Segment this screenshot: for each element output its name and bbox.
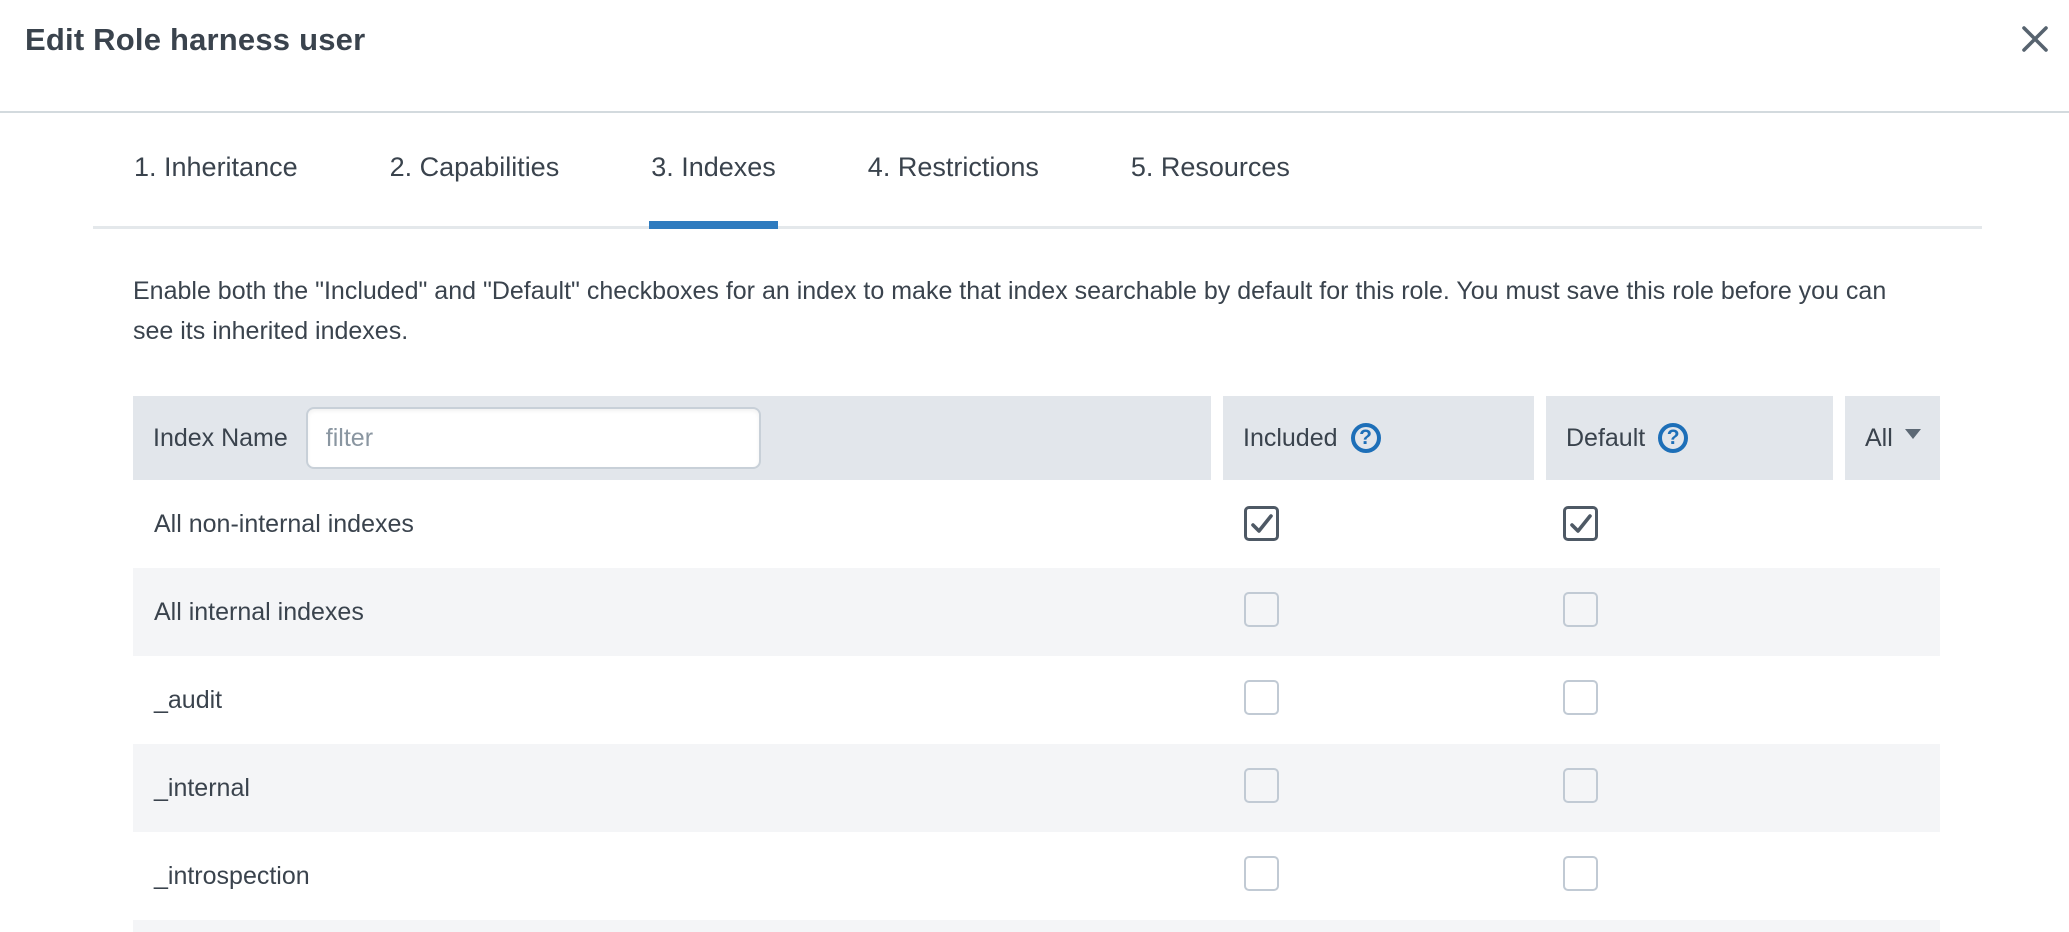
default-cell	[1546, 680, 1845, 720]
index-table-body: All non-internal indexes All internal in…	[133, 480, 1940, 920]
index-name-cell: _introspection	[133, 862, 1223, 891]
index-name-cell: _audit	[133, 686, 1223, 715]
default-label: Default	[1566, 424, 1645, 453]
column-header-index-name: Index Name	[133, 396, 1211, 480]
index-name-cell: _internal	[133, 774, 1223, 803]
index-name-cell: All internal indexes	[133, 598, 1223, 627]
page-title: Edit Role harness user	[25, 22, 2039, 58]
included-cell	[1223, 856, 1546, 896]
included-cell	[1223, 680, 1546, 720]
all-dropdown-label: All	[1865, 424, 1893, 453]
default-cell	[1546, 768, 1845, 808]
tab-inheritance[interactable]: 1. Inheritance	[132, 146, 300, 226]
included-help-icon[interactable]: ?	[1351, 423, 1381, 453]
default-help-icon[interactable]: ?	[1658, 423, 1688, 453]
default-checkbox[interactable]	[1563, 592, 1598, 627]
included-checkbox[interactable]	[1244, 856, 1279, 891]
all-dropdown[interactable]: All	[1845, 396, 1940, 480]
index-filter-input[interactable]	[306, 407, 761, 469]
tab-resources[interactable]: 5. Resources	[1129, 146, 1292, 226]
table-row: _audit	[133, 656, 1940, 744]
tab-capabilities[interactable]: 2. Capabilities	[388, 146, 562, 226]
default-cell	[1546, 856, 1845, 896]
table-row: All non-internal indexes	[133, 480, 1940, 568]
included-cell	[1223, 506, 1546, 542]
partially-visible-row	[133, 920, 1940, 932]
column-gap	[1534, 396, 1546, 480]
column-gap	[1211, 396, 1223, 480]
included-checkbox[interactable]	[1244, 506, 1279, 541]
default-checkbox[interactable]	[1563, 506, 1598, 541]
index-name-label: Index Name	[153, 424, 288, 453]
index-name-cell: All non-internal indexes	[133, 510, 1223, 539]
column-gap	[1833, 396, 1845, 480]
tab-bar: 1. Inheritance 2. Capabilities 3. Indexe…	[93, 146, 1982, 229]
index-table: Index Name Included ? Default ? All All …	[133, 396, 1940, 932]
default-checkbox[interactable]	[1563, 856, 1598, 891]
tab-restrictions[interactable]: 4. Restrictions	[866, 146, 1041, 226]
close-button[interactable]	[2013, 18, 2057, 62]
included-checkbox[interactable]	[1244, 592, 1279, 627]
table-row: All internal indexes	[133, 568, 1940, 656]
included-cell	[1223, 592, 1546, 632]
index-table-header: Index Name Included ? Default ? All	[133, 396, 1940, 480]
indexes-help-text: Enable both the "Included" and "Default"…	[133, 271, 1923, 351]
modal-header: Edit Role harness user	[0, 0, 2069, 113]
table-row: _internal	[133, 744, 1940, 832]
close-icon	[2021, 25, 2049, 56]
column-header-default: Default ?	[1546, 396, 1833, 480]
included-label: Included	[1243, 424, 1338, 453]
tab-indexes[interactable]: 3. Indexes	[649, 146, 778, 226]
included-checkbox[interactable]	[1244, 768, 1279, 803]
chevron-down-icon	[1905, 429, 1921, 439]
default-checkbox[interactable]	[1563, 768, 1598, 803]
included-cell	[1223, 768, 1546, 808]
column-header-included: Included ?	[1223, 396, 1534, 480]
table-row: _introspection	[133, 832, 1940, 920]
default-cell	[1546, 592, 1845, 632]
default-checkbox[interactable]	[1563, 680, 1598, 715]
included-checkbox[interactable]	[1244, 680, 1279, 715]
default-cell	[1546, 506, 1845, 542]
